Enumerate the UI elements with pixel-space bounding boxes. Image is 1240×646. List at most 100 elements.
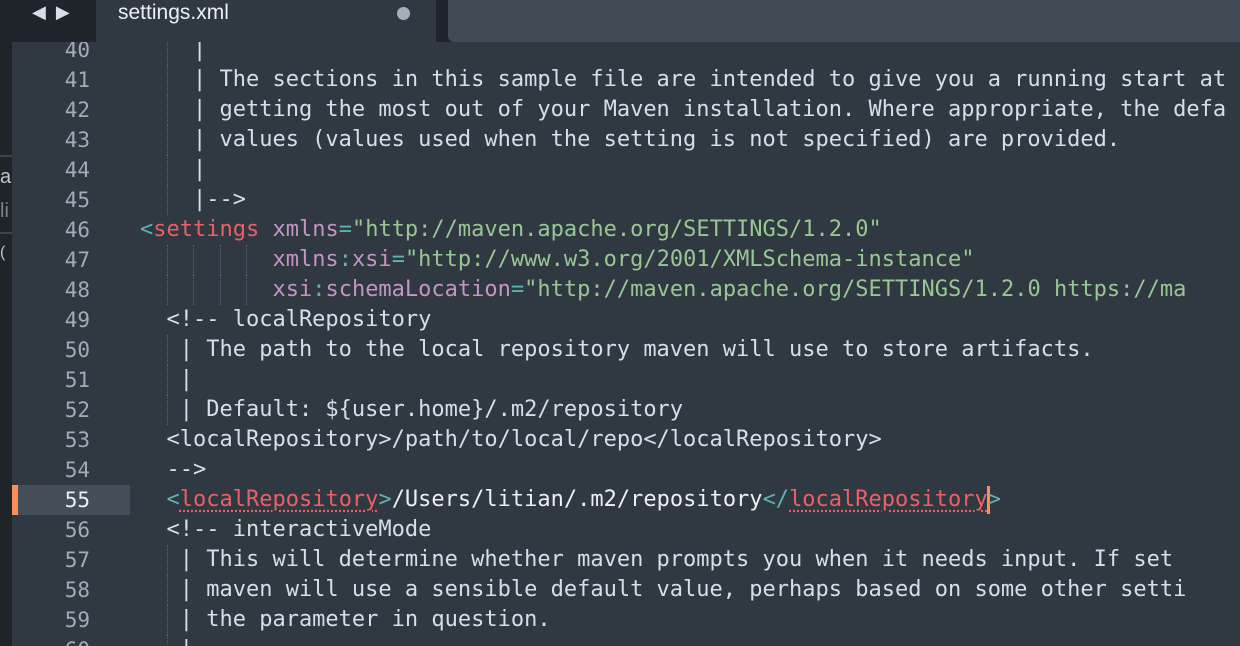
line-number: 46	[64, 218, 90, 242]
indent-guide	[166, 395, 168, 425]
unsaved-dot-icon[interactable]	[397, 7, 410, 20]
syntax-token: <	[166, 487, 180, 512]
code-line[interactable]: 47 xmlns:xsi="http://www.w3.org/2001/XML…	[12, 245, 1240, 275]
line-number: 53	[64, 428, 90, 452]
line-number: 52	[64, 398, 90, 422]
forward-arrow-icon[interactable]: ▶	[56, 1, 70, 25]
line-number: 41	[64, 68, 90, 92]
code-line[interactable]: 42 | getting the most out of your Maven …	[12, 95, 1240, 125]
background-text-fragment: li	[0, 200, 9, 222]
syntax-token: <	[140, 217, 154, 242]
line-number: 42	[64, 98, 90, 122]
syntax-token: schemaLocation	[325, 277, 511, 302]
indent-guide	[246, 275, 247, 305]
syntax-token: localRepository	[179, 487, 379, 512]
line-number: 57	[64, 548, 90, 572]
tab-title: settings.xml	[118, 1, 229, 24]
line-text: xmlns:xsi="http://www.w3.org/2001/XMLSch…	[140, 245, 974, 275]
line-text: |	[140, 42, 207, 62]
background-divider	[0, 232, 12, 234]
line-number: 56	[64, 518, 90, 542]
indent-guide	[219, 275, 221, 305]
indent-guide	[166, 635, 168, 646]
indent-guide	[166, 125, 168, 155]
line-number: 55	[64, 488, 90, 512]
code-line[interactable]: 53 <localRepository>/path/to/local/repo<…	[12, 425, 1240, 455]
line-number: 59	[64, 608, 90, 632]
code-line[interactable]: 54 -->	[12, 455, 1240, 485]
syntax-token: </	[762, 487, 790, 512]
line-number: 49	[64, 308, 90, 332]
indent-guide	[193, 245, 194, 275]
indent-guide	[166, 65, 168, 95]
code-line[interactable]: 48 xsi:schemaLocation="http://maven.apac…	[12, 275, 1240, 305]
syntax-token: localRepository	[789, 487, 988, 512]
indent-guide	[193, 275, 194, 305]
syntax-token	[140, 277, 272, 302]
indent-guide	[246, 245, 247, 275]
line-text: <settings xmlns="http://maven.apache.org…	[140, 215, 882, 245]
code-line[interactable]: 45 |-->	[12, 185, 1240, 215]
tab-bar-empty-area[interactable]	[448, 0, 1240, 42]
code-line[interactable]: 44 |	[12, 155, 1240, 185]
line-number: 54	[64, 458, 90, 482]
line-number: 51	[64, 368, 90, 392]
code-line[interactable]: 55 <localRepository>/Users/litian/.m2/re…	[12, 485, 1240, 515]
code-line[interactable]: 57 | This will determine whether maven p…	[12, 545, 1240, 575]
line-text: | the parameter in question.	[140, 607, 551, 632]
line-number: 58	[64, 578, 90, 602]
code-line[interactable]: 58 | maven will use a sensible default v…	[12, 575, 1240, 605]
editor-window: al li ( ◀ ▶ settings.xml 40 |41 | The se…	[0, 0, 1240, 646]
syntax-token: "http://maven.apache.org/SETTINGS/1.2.0 …	[524, 277, 1187, 302]
indent-guide	[166, 545, 168, 575]
background-text-fragment: al	[0, 166, 12, 188]
code-line[interactable]: 56 <!-- interactiveMode	[12, 515, 1240, 545]
syntax-token: =	[391, 247, 405, 272]
code-line[interactable]: 50 | The path to the local repository ma…	[12, 335, 1240, 365]
syntax-token: xsi	[272, 277, 313, 302]
code-line[interactable]: 49 <!-- localRepository	[12, 305, 1240, 335]
syntax-token: xmlns	[272, 247, 339, 272]
indent-guide	[166, 275, 168, 305]
indent-guide	[166, 155, 168, 185]
line-number: 40	[64, 42, 90, 62]
syntax-token: =	[338, 217, 352, 242]
code-line[interactable]: 59 | the parameter in question.	[12, 605, 1240, 635]
line-text: | maven will use a sensible default valu…	[140, 577, 1187, 602]
indent-guide	[219, 245, 221, 275]
code-line[interactable]: 41 | The sections in this sample file ar…	[12, 65, 1240, 95]
syntax-token	[259, 217, 272, 242]
indent-guide	[166, 605, 168, 635]
code-line[interactable]: 43 | values (values used when the settin…	[12, 125, 1240, 155]
code-line[interactable]: 40 |	[12, 42, 1240, 65]
syntax-token: >	[987, 487, 1001, 512]
line-text: -->	[140, 457, 207, 482]
indent-guide	[166, 245, 168, 275]
code-line[interactable]: 46 <settings xmlns="http://maven.apache.o…	[12, 215, 1240, 245]
code-line[interactable]: 51 |	[12, 365, 1240, 395]
line-number: 48	[64, 278, 90, 302]
tab-settings-xml[interactable]: settings.xml	[96, 0, 436, 42]
line-number: 44	[64, 158, 90, 182]
syntax-token: =	[510, 277, 525, 302]
background-window-edge: al li (	[0, 0, 12, 646]
line-text: <localRepository>/Users/litian/.m2/repos…	[140, 485, 1001, 515]
back-arrow-icon[interactable]: ◀	[32, 1, 46, 25]
navigation-arrows: ◀ ▶	[32, 0, 70, 26]
code-editor[interactable]: 40 | 41 | The sections in this sample fil…	[12, 42, 1240, 646]
line-text: <!-- localRepository	[140, 307, 432, 332]
syntax-token: xsi	[351, 247, 392, 272]
indent-guide	[166, 42, 168, 65]
syntax-token: :	[338, 247, 352, 272]
line-number: 43	[64, 128, 90, 152]
indent-guide	[166, 335, 168, 365]
line-number: 50	[64, 338, 90, 362]
background-text-fragment: (	[0, 244, 6, 261]
tab-bar: ◀ ▶ settings.xml	[12, 0, 1240, 42]
indent-guide	[166, 365, 168, 395]
code-line[interactable]: 52 | Default: ${user.home}/.m2/repositor…	[12, 395, 1240, 425]
line-text: | The sections in this sample file are i…	[140, 67, 1227, 92]
line-text: | The path to the local repository maven…	[140, 337, 1094, 362]
syntax-token: "http://maven.apache.org/SETTINGS/1.2.0"	[351, 217, 882, 242]
code-line[interactable]: 60 |	[12, 635, 1240, 646]
